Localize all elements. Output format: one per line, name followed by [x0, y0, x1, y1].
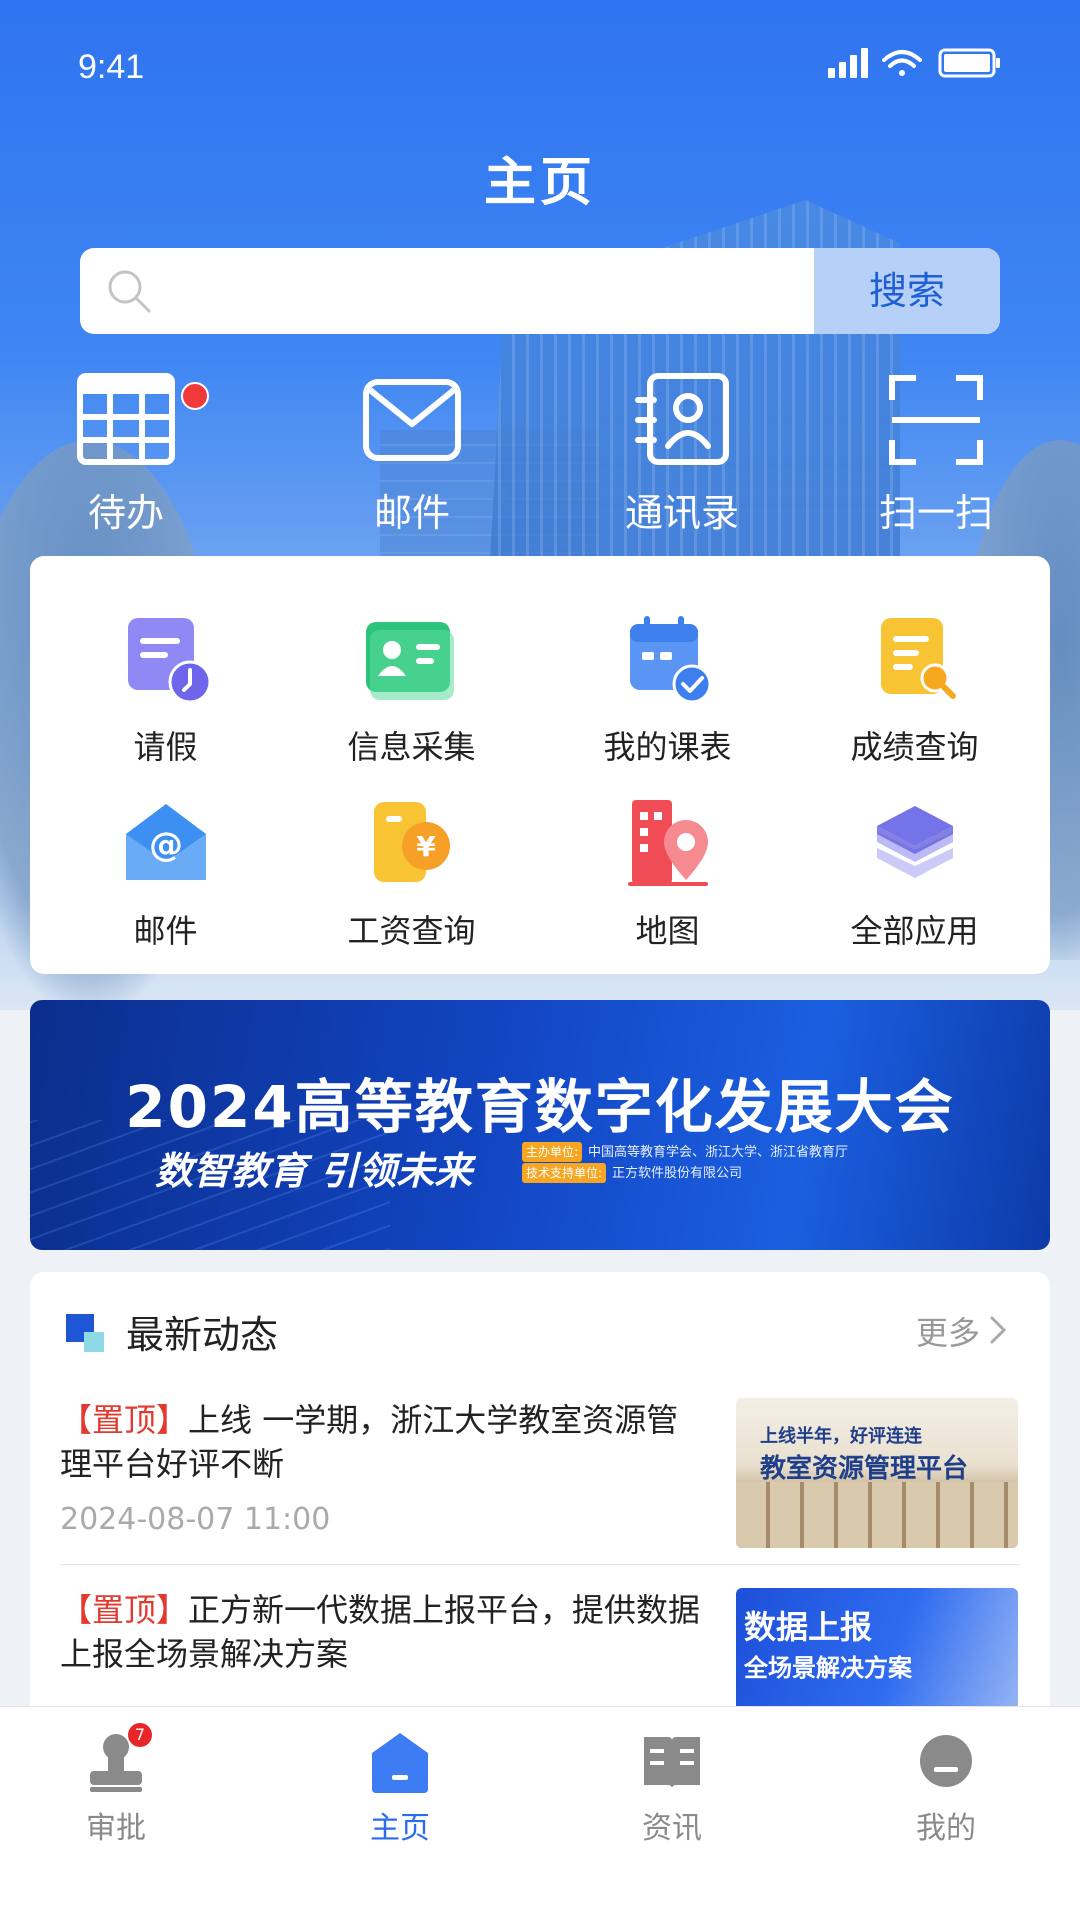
news-thumbnail: 数据上报 全场景解决方案	[736, 1588, 1018, 1722]
tab-label: 我的	[916, 1811, 976, 1846]
contacts-icon	[635, 373, 729, 465]
news-date: 2024-08-07 11:00	[60, 1502, 331, 1537]
app-my-schedule[interactable]: 我的课表	[540, 612, 795, 792]
app-label: 工资查询	[347, 912, 476, 950]
news-divider	[60, 1564, 1020, 1565]
quick-action-label: 通讯录	[624, 491, 739, 535]
search-input[interactable]	[176, 248, 880, 334]
tab-news[interactable]: 资讯	[572, 1731, 772, 1851]
thumb-caption: 全场景解决方案	[744, 1654, 912, 1682]
quick-action-label: 扫一扫	[878, 491, 993, 535]
id-card-icon	[366, 622, 454, 700]
svg-text:@: @	[149, 825, 183, 865]
app-leave[interactable]: 请假	[38, 612, 293, 792]
app-label: 信息采集	[347, 728, 476, 766]
quick-action-scan[interactable]: 扫一扫	[836, 370, 1036, 540]
layers-icon	[877, 806, 953, 878]
thumb-caption: 上线半年，好评连连	[760, 1426, 922, 1447]
tab-label: 主页	[370, 1811, 430, 1846]
promo-banner[interactable]: 2024高等教育数字化发展大会 数智教育 引领未来 主办单位: 中国高等教育学会、…	[30, 1000, 1050, 1250]
envelope-icon	[363, 379, 461, 461]
scan-icon	[889, 375, 983, 465]
quick-action-label: 邮件	[373, 491, 450, 535]
news-section-title: 最新动态	[126, 1313, 279, 1357]
news-thumbnail: 上线半年，好评连连 教室资源管理平台	[736, 1398, 1018, 1548]
banner-slogan: 数智教育 引领未来	[155, 1149, 473, 1193]
news-more-link[interactable]: 更多	[916, 1308, 980, 1354]
wifi-icon	[882, 50, 922, 76]
status-icons	[828, 48, 1000, 78]
banner-host-tag: 主办单位:	[522, 1142, 583, 1162]
app-grade-query[interactable]: 成绩查询	[787, 612, 1042, 792]
news-item[interactable]: 【置顶】上线 一学期，浙江大学教室资源管理平台好评不断 2024-08-07 1…	[60, 1398, 1020, 1558]
search-button[interactable]: 搜索	[814, 248, 1000, 334]
status-time: 9:41	[78, 48, 145, 86]
banner-support: 正方软件股份有限公司	[612, 1166, 743, 1181]
banner-info: 主办单位: 中国高等教育学会、浙江大学、浙江省教育厅 技术支持单位: 正方软件股份有…	[522, 1142, 848, 1184]
app-map[interactable]: 地图	[540, 796, 795, 976]
news-item-title: 【置顶】上线 一学期，浙江大学教室资源管理平台好评不断	[60, 1398, 710, 1486]
app-label: 我的课表	[603, 728, 732, 766]
app-salary-query[interactable]: ¥ 工资查询	[284, 796, 539, 976]
tab-home[interactable]: 主页	[300, 1731, 500, 1851]
search-bar: 搜索	[80, 248, 1000, 334]
chevron-right-icon[interactable]	[986, 1312, 1010, 1348]
page-title: 主页	[483, 153, 596, 213]
map-pin-building-icon	[628, 800, 708, 886]
signal-icon	[828, 48, 868, 78]
app-grid-card: 请假 信息采集 我的课表 成绩查询 @ 邮件 ¥ 工资查询 地图 全部应用	[30, 556, 1050, 974]
quick-action-label: 待办	[87, 491, 164, 535]
svg-text:¥: ¥	[416, 830, 436, 863]
search-icon	[108, 270, 151, 313]
pinned-tag: 【置顶】	[60, 1401, 189, 1439]
banner-host: 中国高等教育学会、浙江大学、浙江省教育厅	[588, 1145, 849, 1160]
tab-profile[interactable]: 我的	[846, 1731, 1046, 1851]
news-item-title: 【置顶】正方新一代数据上报平台，提供数据上报全场景解决方案	[60, 1588, 710, 1676]
app-label: 邮件	[133, 912, 198, 950]
notification-dot	[181, 382, 209, 410]
app-mail[interactable]: @ 邮件	[38, 796, 293, 976]
bottom-tab-bar: 7 审批 主页 资讯 我的	[0, 1706, 1080, 1921]
app-label: 成绩查询	[850, 728, 979, 766]
quick-action-mail[interactable]: 邮件	[312, 370, 512, 540]
thumb-caption: 数据上报	[744, 1608, 873, 1646]
banner-support-tag: 技术支持单位:	[522, 1163, 607, 1183]
salary-icon: ¥	[374, 802, 450, 882]
tab-approval[interactable]: 7 审批	[16, 1723, 216, 1851]
battery-icon	[938, 48, 1000, 78]
tab-label: 资讯	[642, 1811, 702, 1846]
news-item[interactable]: 【置顶】正方新一代数据上报平台，提供数据上报全场景解决方案 数据上报 全场景解决…	[60, 1588, 1020, 1722]
news-section: 最新动态 更多 【置顶】上线 一学期，浙江大学教室资源管理平台好评不断 2024…	[30, 1272, 1050, 1722]
quick-action-todo[interactable]: 待办	[26, 370, 226, 540]
profile-icon	[920, 1735, 972, 1787]
section-marker-icon	[66, 1314, 104, 1352]
schedule-icon	[630, 616, 712, 704]
calendar-grid-icon	[77, 373, 175, 465]
quick-action-contacts[interactable]: 通讯录	[582, 370, 782, 540]
mail-at-icon: @	[126, 804, 206, 880]
grade-search-icon	[881, 618, 956, 699]
banner-title: 2024高等教育数字化发展大会	[125, 1073, 955, 1141]
news-book-icon	[644, 1737, 700, 1789]
app-label: 地图	[635, 912, 700, 950]
tab-label: 审批	[86, 1811, 146, 1846]
app-all-apps[interactable]: 全部应用	[787, 796, 1042, 976]
app-label: 请假	[133, 728, 198, 766]
app-label: 全部应用	[850, 912, 979, 950]
thumb-caption: 教室资源管理平台	[760, 1454, 969, 1484]
approval-badge: 7	[128, 1723, 152, 1747]
pinned-tag: 【置顶】	[60, 1591, 189, 1629]
home-icon	[372, 1733, 428, 1793]
app-info-collect[interactable]: 信息采集	[284, 612, 539, 792]
leave-icon	[128, 618, 212, 704]
